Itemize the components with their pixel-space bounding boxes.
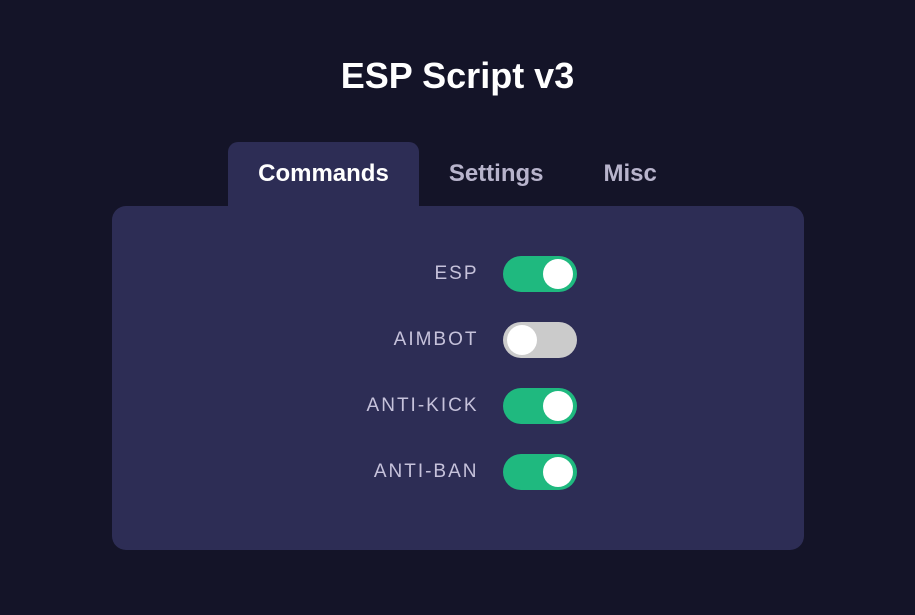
toggle-knob: [543, 457, 573, 487]
tab-misc[interactable]: Misc: [574, 142, 687, 206]
commands-panel: ESP AIMBOT ANTI-KICK ANTI-BAN: [112, 206, 804, 550]
toggle-anti-kick[interactable]: [503, 388, 577, 424]
toggle-esp[interactable]: [503, 256, 577, 292]
tab-settings[interactable]: Settings: [419, 142, 574, 206]
toggle-aimbot[interactable]: [503, 322, 577, 358]
command-row: ESP: [152, 256, 764, 292]
tab-label: Commands: [258, 160, 389, 187]
toggle-knob: [543, 391, 573, 421]
main-container: Commands Settings Misc ESP AIMBOT ANTI-K…: [112, 142, 804, 550]
command-label: ESP: [339, 263, 479, 285]
command-label: ANTI-BAN: [339, 461, 479, 483]
command-row: ANTI-BAN: [152, 454, 764, 490]
command-label: AIMBOT: [339, 329, 479, 351]
toggle-knob: [543, 259, 573, 289]
tab-label: Settings: [449, 160, 544, 187]
tab-bar: Commands Settings Misc: [228, 142, 687, 206]
page-title: ESP Script v3: [341, 55, 574, 97]
tab-commands[interactable]: Commands: [228, 142, 419, 206]
toggle-anti-ban[interactable]: [503, 454, 577, 490]
command-row: ANTI-KICK: [152, 388, 764, 424]
command-row: AIMBOT: [152, 322, 764, 358]
command-label: ANTI-KICK: [339, 395, 479, 417]
toggle-knob: [507, 325, 537, 355]
tab-label: Misc: [604, 160, 657, 187]
